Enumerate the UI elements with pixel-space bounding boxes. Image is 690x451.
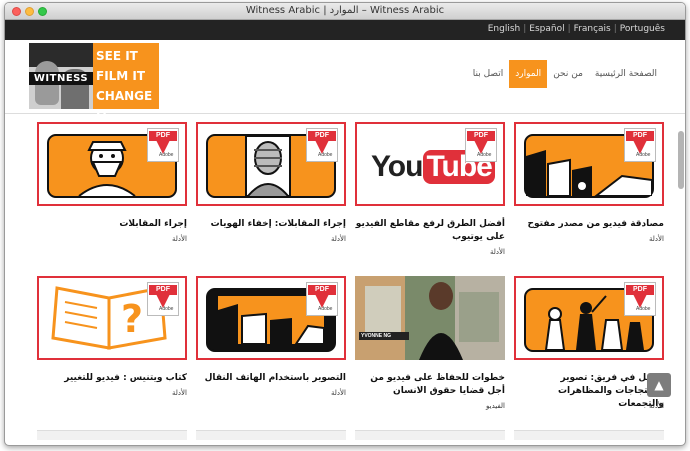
card-category[interactable]: الأدلة (37, 235, 187, 243)
lang-francais[interactable]: Français (574, 24, 611, 34)
card-category[interactable]: الفيديو (355, 402, 505, 410)
pdf-icon: PDF Adobe (306, 282, 338, 316)
site-header: WITNESS SEE IT FILM IT CHANGE IT اتصل بن… (5, 40, 685, 123)
pdf-icon: PDF Adobe (624, 282, 656, 316)
window-title: Witness Arabic | الموارد – Witness Arabi… (245, 5, 445, 16)
lang-espanol[interactable]: Español (529, 24, 564, 34)
svg-text:?: ? (121, 297, 143, 341)
lang-portugues[interactable]: Português (620, 24, 665, 34)
pdf-icon: PDF Adobe (147, 282, 179, 316)
scrollbar-thumb[interactable] (678, 131, 684, 189)
pdf-icon: PDF Adobe (306, 128, 338, 162)
card-thumbnail[interactable]: PDF Adobe (196, 122, 346, 206)
card-title[interactable]: إجراء المقابلات (37, 218, 187, 231)
nav-item-about[interactable]: من نحن (547, 60, 589, 88)
title-bar: Witness Arabic | الموارد – Witness Arabi… (5, 3, 685, 20)
pdf-icon: PDF Adobe (624, 128, 656, 162)
next-row-card (37, 430, 187, 440)
card-title[interactable]: خطوات للحفاظ على فيديو من أجل قضايا حقوق… (355, 372, 505, 398)
nav-item-home[interactable]: الصفحة الرئيسية (589, 60, 663, 88)
video-still-image (355, 276, 505, 360)
next-row-card (355, 430, 505, 440)
next-row-card (196, 430, 346, 440)
logo-slogan: SEE IT FILM IT CHANGE IT (96, 49, 153, 123)
card-title[interactable]: كتاب ويتنيس : فيديو للتغيير (37, 372, 187, 385)
card-title[interactable]: إجراء المقابلات: إخفاء الهويات (196, 218, 346, 231)
card-category[interactable]: الأدلة (196, 235, 346, 243)
card-thumbnail[interactable]: You Tube PDF Adobe (355, 122, 505, 206)
browser-window: Witness Arabic | الموارد – Witness Arabi… (4, 2, 686, 446)
scroll-to-top-button[interactable]: ▲ (647, 373, 671, 397)
card-category[interactable]: الأدلة (514, 402, 664, 410)
card-title[interactable]: أفضل الطرق لرفع مقاطع الفيديو على يوتيوب (355, 218, 505, 244)
chevron-up-icon: ▲ (654, 378, 664, 392)
card-thumbnail[interactable]: PDF Adobe (196, 276, 346, 360)
card-thumbnail[interactable]: ? PDF Adobe (37, 276, 187, 360)
video-caption-name: YVONNE NG (361, 333, 392, 339)
pdf-icon: PDF Adobe (465, 128, 497, 162)
pdf-icon: PDF Adobe (147, 128, 179, 162)
main-nav: اتصل بنا الموارد من نحن الصفحة الرئيسية (467, 60, 663, 88)
next-row-card (514, 430, 664, 440)
logo-name: WITNESS (29, 72, 93, 85)
card-thumbnail[interactable]: PDF Adobe (37, 122, 187, 206)
card-category[interactable]: الأدلة (37, 389, 187, 397)
card-category[interactable]: الأدلة (196, 389, 346, 397)
lang-english[interactable]: English (488, 24, 521, 34)
card-thumbnail[interactable]: PDF Adobe (514, 122, 664, 206)
witness-logo[interactable]: WITNESS SEE IT FILM IT CHANGE IT (29, 43, 159, 123)
video-thumbnail[interactable]: YVONNE NG (355, 276, 505, 360)
card-category[interactable]: الأدلة (355, 248, 505, 256)
card-title[interactable]: التصوير باستخدام الهاتف النقال (196, 372, 346, 385)
nav-item-resources[interactable]: الموارد (509, 60, 548, 88)
language-bar: English | Español | Français | Português (5, 20, 685, 40)
nav-item-contact[interactable]: اتصل بنا (467, 60, 509, 88)
card-thumbnail[interactable]: PDF Adobe (514, 276, 664, 360)
card-title[interactable]: مصادقة فيديو من مصدر مفتوح (514, 218, 664, 231)
card-category[interactable]: الأدلة (514, 235, 664, 243)
